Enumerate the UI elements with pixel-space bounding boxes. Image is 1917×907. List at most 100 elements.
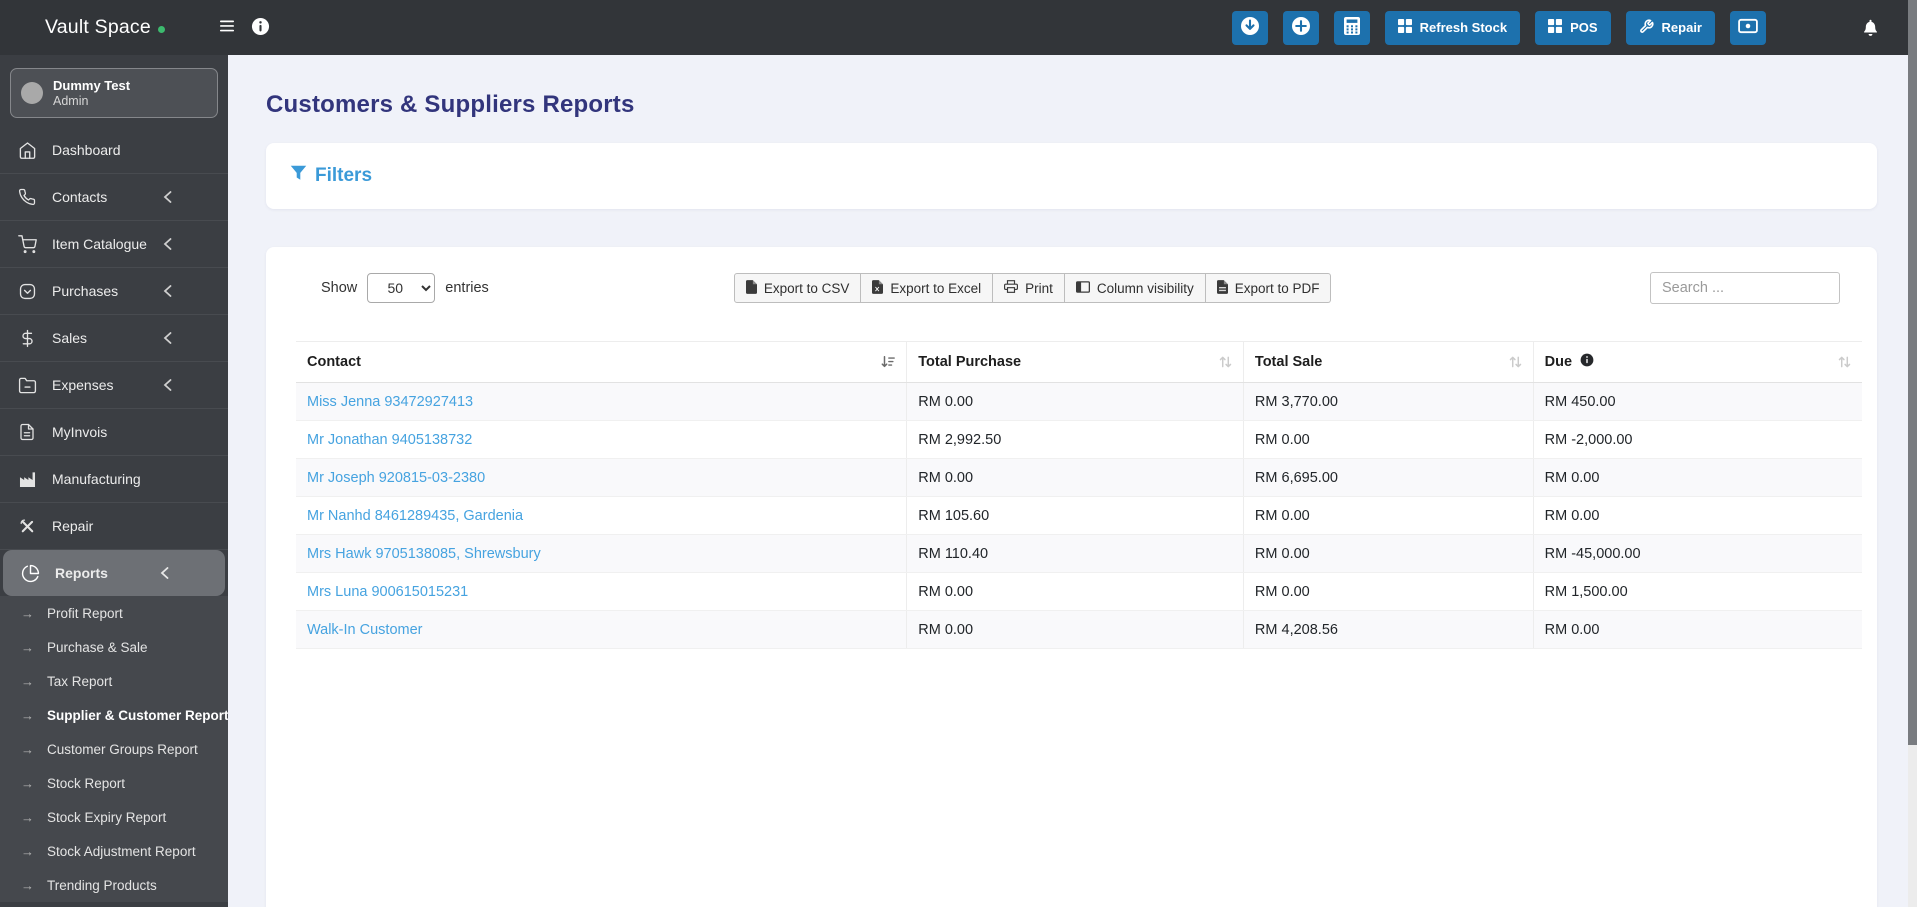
- column-header-total-sale[interactable]: Total Sale: [1242, 341, 1534, 383]
- reports-submenu-item[interactable]: → Stock Adjustment Report: [0, 834, 228, 868]
- reports-submenu-item[interactable]: → Stock Report: [0, 766, 228, 800]
- chevron-left-icon: [163, 191, 172, 203]
- page-title: Customers & Suppliers Reports: [266, 91, 635, 118]
- sidebar-item-repair[interactable]: Repair: [0, 503, 228, 550]
- arrow-right-icon: →: [21, 809, 34, 825]
- notifications-button[interactable]: [1856, 16, 1885, 40]
- report-table-card: Show 50 entries Export to CSV Export to …: [266, 247, 1877, 907]
- reports-submenu-item[interactable]: → Trending Products: [0, 868, 228, 902]
- calculator-button[interactable]: [1333, 10, 1370, 45]
- chevron-left-icon: [163, 332, 172, 344]
- total-purchase-cell: RM 2,992.50: [906, 420, 1244, 459]
- tools-icon: [17, 517, 37, 536]
- cash-button[interactable]: [1730, 10, 1766, 45]
- phone-icon: [17, 188, 37, 206]
- contact-link[interactable]: Mr Jonathan 9405138732: [307, 432, 472, 448]
- reports-submenu-item[interactable]: → Stock Expiry Report: [0, 800, 228, 834]
- top-navbar: Vault Space Refresh Stock POS Repair: [0, 0, 1917, 55]
- filters-card[interactable]: Filters: [266, 143, 1877, 209]
- scrollbar-thumb[interactable]: [1908, 0, 1917, 745]
- sidebar-item-label: Purchases: [52, 283, 119, 299]
- contact-link[interactable]: Miss Jenna 93472927413: [307, 394, 473, 410]
- refresh-stock-label: Refresh Stock: [1419, 20, 1508, 35]
- contact-link[interactable]: Mr Joseph 920815-03-2380: [307, 470, 485, 486]
- reports-submenu-item[interactable]: → Purchase & Sale: [0, 630, 228, 664]
- column-header-total-purchase[interactable]: Total Purchase: [906, 341, 1244, 383]
- reports-submenu-item[interactable]: → Profit Report: [0, 596, 228, 630]
- export-excel-button[interactable]: Export to Excel: [861, 273, 994, 303]
- due-cell: RM -2,000.00: [1532, 420, 1862, 459]
- repair-button[interactable]: Repair: [1625, 10, 1715, 45]
- total-sale-cell: RM 4,208.56: [1242, 610, 1534, 649]
- avatar: [21, 82, 43, 104]
- brand-title: Vault Space: [45, 16, 151, 38]
- sidebar-item-sales[interactable]: Sales: [0, 315, 228, 362]
- repair-label: Repair: [1661, 20, 1702, 35]
- page-scrollbar[interactable]: [1908, 0, 1917, 907]
- reports-submenu-item[interactable]: → Tax Report: [0, 664, 228, 698]
- info-circle-icon[interactable]: [1580, 353, 1594, 371]
- sidebar-menu: Dashboard Contacts Item Catalogue Purcha…: [0, 127, 228, 596]
- table-row: Mrs Hawk 9705138085, Shrewsbury RM 110.4…: [296, 534, 1862, 573]
- page-length-select[interactable]: 50: [367, 273, 436, 303]
- add-button[interactable]: [1282, 10, 1319, 45]
- sidebar-item-contacts[interactable]: Contacts: [0, 174, 228, 221]
- column-header-due[interactable]: Due: [1532, 341, 1862, 383]
- table-row: Miss Jenna 93472927413 RM 0.00 RM 3,770.…: [296, 382, 1862, 421]
- reports-submenu-item[interactable]: → Customer Groups Report: [0, 732, 228, 766]
- calculator-icon: [1343, 17, 1360, 38]
- total-sale-cell: RM 3,770.00: [1242, 382, 1534, 421]
- arrow-right-icon: →: [21, 843, 34, 859]
- file-csv-icon: [745, 279, 757, 297]
- info-icon: [251, 17, 270, 39]
- contact-link[interactable]: Walk-In Customer: [307, 622, 422, 638]
- grid-icon: [1397, 19, 1412, 36]
- sidebar: Dummy Test Admin Dashboard Contacts Item…: [0, 55, 228, 907]
- contact-link[interactable]: Mrs Hawk 9705138085, Shrewsbury: [307, 546, 541, 562]
- due-cell: RM 0.00: [1532, 496, 1862, 535]
- sidebar-item-purchases[interactable]: Purchases: [0, 268, 228, 315]
- contact-link[interactable]: Mrs Luna 900615015231: [307, 584, 468, 600]
- refresh-stock-button[interactable]: Refresh Stock: [1384, 10, 1521, 45]
- sidebar-item-label: Item Catalogue: [52, 236, 147, 252]
- pos-button[interactable]: POS: [1535, 10, 1611, 45]
- sort-both-icon: [1509, 356, 1522, 369]
- total-purchase-cell: RM 0.00: [906, 610, 1244, 649]
- column-visibility-button[interactable]: Column visibility: [1064, 273, 1206, 303]
- table-row: Mr Jonathan 9405138732 RM 2,992.50 RM 0.…: [296, 420, 1862, 459]
- sidebar-item-expenses[interactable]: Expenses: [0, 362, 228, 409]
- reports-submenu-item[interactable]: → Supplier & Customer Report: [0, 698, 228, 732]
- submenu-item-label: Stock Adjustment Report: [47, 843, 196, 859]
- submenu-item-label: Stock Expiry Report: [47, 809, 167, 825]
- export-pdf-button[interactable]: Export to PDF: [1205, 273, 1332, 303]
- submenu-item-label: Supplier & Customer Report: [47, 707, 228, 723]
- export-csv-button[interactable]: Export to CSV: [733, 273, 862, 303]
- home-icon: [17, 141, 37, 160]
- sidebar-item-manufacturing[interactable]: Manufacturing: [0, 456, 228, 503]
- column-header-contact[interactable]: Contact: [296, 341, 907, 383]
- cart-icon: [17, 234, 37, 254]
- page-length-control: Show 50 entries: [321, 273, 489, 303]
- sidebar-item-myinvois[interactable]: MyInvois: [0, 409, 228, 456]
- sidebar-item-item-catalogue[interactable]: Item Catalogue: [0, 221, 228, 268]
- total-sale-cell: RM 6,695.00: [1242, 458, 1534, 497]
- arrow-right-icon: →: [21, 877, 34, 893]
- due-cell: RM 0.00: [1532, 458, 1862, 497]
- sidebar-item-reports[interactable]: Reports: [3, 550, 225, 596]
- user-name: Dummy Test: [53, 77, 131, 93]
- file-pdf-icon: [1216, 279, 1228, 297]
- arrow-right-icon: →: [21, 775, 34, 791]
- columns-icon: [1075, 280, 1090, 296]
- sidebar-toggle-button[interactable]: [219, 20, 234, 35]
- info-button[interactable]: [251, 17, 270, 39]
- sidebar-item-dashboard[interactable]: Dashboard: [0, 127, 228, 174]
- arrow-right-icon: →: [21, 707, 34, 723]
- contact-link[interactable]: Mr Nanhd 8461289435, Gardenia: [307, 508, 523, 524]
- search-input[interactable]: [1650, 272, 1840, 304]
- download-button[interactable]: [1231, 10, 1268, 45]
- due-cell: RM -45,000.00: [1532, 534, 1862, 573]
- user-card[interactable]: Dummy Test Admin: [10, 68, 218, 118]
- dollar-icon: [17, 329, 37, 348]
- sort-active-icon: [881, 356, 896, 369]
- print-button[interactable]: Print: [993, 273, 1065, 303]
